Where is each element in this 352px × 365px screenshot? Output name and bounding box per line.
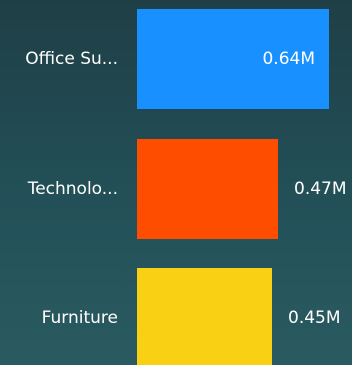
value-label: 0.64M: [262, 49, 315, 69]
value-label: 0.45M: [288, 308, 341, 328]
bar[interactable]: [137, 139, 278, 239]
value-label: 0.47M: [294, 179, 347, 199]
category-label: Technolo...: [27, 179, 118, 199]
chart-canvas: Office Su... 0.64M Technolo... 0.47M Furnitu…: [25, 9, 347, 365]
category-label: Office Su...: [25, 49, 118, 69]
bar[interactable]: [137, 268, 272, 365]
bar-chart: Office Su... 0.64M Technolo... 0.47M Furnitu…: [0, 0, 352, 365]
category-label: Furniture: [42, 308, 118, 328]
